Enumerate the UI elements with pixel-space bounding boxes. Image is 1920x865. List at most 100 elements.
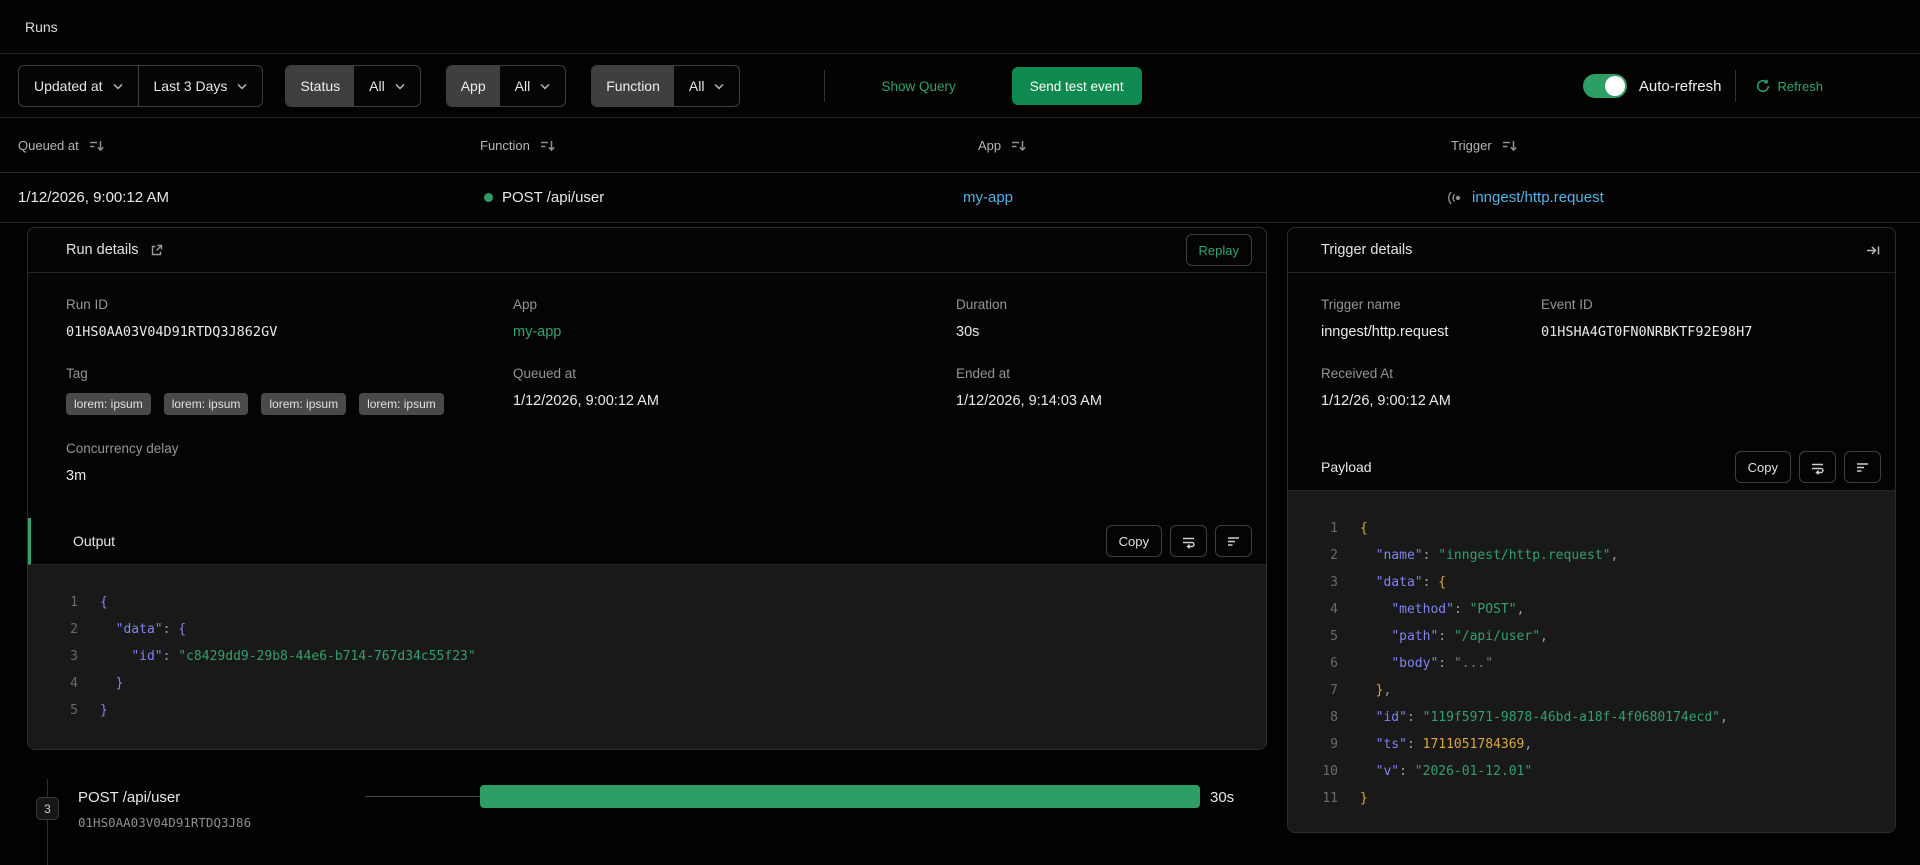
- code-line: 4 "method": "POST",: [1330, 602, 1525, 617]
- run-details-fields: Run ID 01HS0AA03V04D91RTDQ3J862GV Tag lo…: [28, 273, 1266, 518]
- refresh-button[interactable]: Refresh: [1750, 78, 1829, 95]
- timeline-duration-label: 30s: [1210, 789, 1235, 806]
- code-line: 2 "name": "inngest/http.request",: [1330, 548, 1619, 563]
- run-row[interactable]: 1/12/2026, 9:00:12 AM POST /api/user my-…: [0, 173, 1920, 223]
- auto-refresh-toggle[interactable]: [1582, 74, 1627, 98]
- app-value: All: [514, 78, 531, 94]
- concurrency-delay-value: 3m: [66, 468, 87, 484]
- run-details-header: Run details Replay: [28, 228, 1266, 273]
- collapse-panel-button[interactable]: [1865, 243, 1881, 258]
- run-function[interactable]: POST /api/user: [484, 173, 604, 222]
- status-value: All: [369, 78, 385, 94]
- runs-table-header: Queued at Function App Trigger: [0, 119, 1920, 173]
- tag-badges: lorem: ipsum lorem: ipsum lorem: ipsum l…: [66, 393, 513, 415]
- divider: [1735, 70, 1737, 102]
- function-filter-group: Function All: [591, 65, 741, 107]
- run-queued-at: 1/12/2026, 9:00:12 AM: [18, 189, 169, 206]
- chevron-down-icon: [540, 83, 550, 90]
- sort-icon[interactable]: [539, 138, 556, 153]
- status-dropdown[interactable]: All: [354, 66, 420, 106]
- filter-bar: Updated at Last 3 Days Status All App Al…: [0, 55, 1920, 118]
- time-range-dropdown[interactable]: Last 3 Days: [139, 66, 263, 106]
- function-value: All: [688, 78, 705, 94]
- chevron-down-icon: [112, 83, 123, 90]
- refresh-icon: [1756, 79, 1770, 93]
- external-link-icon[interactable]: [149, 243, 164, 258]
- webhook-icon: [1446, 190, 1463, 206]
- trigger-details-fields: Trigger name inngest/http.request Receiv…: [1288, 273, 1895, 444]
- sort-field-dropdown[interactable]: Updated at: [19, 66, 137, 106]
- wrap-text-button[interactable]: [1170, 525, 1207, 557]
- payload-section-header: Payload Copy: [1288, 444, 1895, 491]
- code-line: 3 "data": {: [1330, 575, 1447, 590]
- code-line: 7 },: [1330, 683, 1392, 698]
- refresh-label: Refresh: [1777, 78, 1823, 94]
- code-line: 10 "v": "2026-01-12.01": [1322, 764, 1533, 779]
- received-at-value: 1/12/26, 9:00:12 AM: [1321, 393, 1451, 409]
- chevron-down-icon: [237, 83, 247, 90]
- replay-button[interactable]: Replay: [1185, 234, 1252, 266]
- run-details-panel: Run details Replay Run ID 01HS0AA03V04D9…: [27, 227, 1267, 750]
- tag-label: Tag: [66, 366, 88, 381]
- copy-button[interactable]: Copy: [1734, 451, 1791, 483]
- run-trigger-link[interactable]: inngest/http.request: [1446, 173, 1604, 222]
- run-app-link[interactable]: my-app: [963, 173, 1013, 222]
- code-line: 6 "body": "...": [1330, 656, 1494, 671]
- send-test-event-button[interactable]: Send test event: [1011, 67, 1142, 105]
- collapse-right-icon: [1865, 243, 1881, 258]
- code-line: 2 "data": {: [70, 622, 187, 637]
- code-line: 3 "id": "c8429dd9-29b8-44e6-b714-767d34c…: [70, 649, 476, 664]
- app-dropdown[interactable]: All: [500, 66, 566, 106]
- chevron-down-icon: [395, 83, 405, 90]
- duration-value: 30s: [956, 324, 980, 340]
- wrap-text-button[interactable]: [1799, 451, 1836, 483]
- timeline-function-name: POST /api/user: [78, 789, 181, 806]
- column-app: App: [978, 119, 1027, 172]
- payload-title: Payload: [1321, 459, 1372, 475]
- trigger-name-value: inngest/http.request: [1321, 324, 1449, 340]
- payload-code-block: 1{ 2 "name": "inngest/http.request", 3 "da…: [1288, 491, 1895, 832]
- runs-page: Runs Updated at Last 3 Days Status All A…: [0, 0, 1920, 865]
- timeline-run-id: 01HS0AA03V04D91RTDQ3J86: [78, 815, 252, 830]
- duration-label: Duration: [956, 297, 1008, 312]
- timeline-step-count-badge[interactable]: 3: [36, 797, 59, 820]
- status-filter-label: Status: [286, 66, 355, 106]
- timeline-duration-bar[interactable]: [480, 785, 1200, 808]
- sort-icon[interactable]: [88, 138, 105, 153]
- align-left-button[interactable]: [1844, 451, 1881, 483]
- run-id-value: 01HS0AA03V04D91RTDQ3J862GV: [66, 324, 278, 340]
- code-line: 4 }: [70, 676, 124, 691]
- output-section-header: Output Copy: [28, 518, 1266, 565]
- column-queued-at: Queued at: [18, 119, 105, 172]
- function-dropdown[interactable]: All: [674, 66, 740, 106]
- sort-field-value: Updated at: [34, 78, 103, 94]
- app-link[interactable]: my-app: [513, 324, 956, 340]
- copy-button[interactable]: Copy: [1105, 525, 1162, 557]
- event-id-label: Event ID: [1541, 297, 1593, 312]
- code-line: 1{: [70, 595, 108, 610]
- concurrency-delay-label: Concurrency delay: [66, 441, 179, 456]
- divider: [824, 70, 826, 102]
- sort-icon[interactable]: [1501, 138, 1518, 153]
- time-filter-group: Updated at Last 3 Days: [18, 65, 264, 107]
- timeline-connector-line: [47, 779, 48, 865]
- chevron-down-icon: [714, 83, 724, 90]
- auto-refresh-label: Auto-refresh: [1638, 77, 1722, 95]
- column-trigger: Trigger: [1451, 119, 1518, 172]
- trigger-details-header: Trigger details: [1288, 228, 1895, 273]
- show-query-button[interactable]: Show Query: [875, 78, 961, 95]
- code-line: 5 "path": "/api/user",: [1330, 629, 1548, 644]
- function-filter-label: Function: [592, 66, 674, 106]
- tag-badge: lorem: ipsum: [261, 393, 347, 415]
- column-function: Function: [480, 119, 556, 172]
- align-left-button[interactable]: [1215, 525, 1252, 557]
- status-dot-icon: [484, 193, 493, 202]
- status-filter-group: Status All: [285, 65, 421, 107]
- tag-badge: lorem: ipsum: [163, 393, 249, 415]
- trigger-name-label: Trigger name: [1321, 297, 1401, 312]
- code-line: 8 "id": "119f5971-9878-46bd-a18f-4f06801…: [1330, 710, 1728, 725]
- trigger-details-title: Trigger details: [1321, 242, 1413, 258]
- sort-icon[interactable]: [1010, 138, 1027, 153]
- code-line: 1{: [1330, 521, 1368, 536]
- app-filter-group: App All: [445, 65, 567, 107]
